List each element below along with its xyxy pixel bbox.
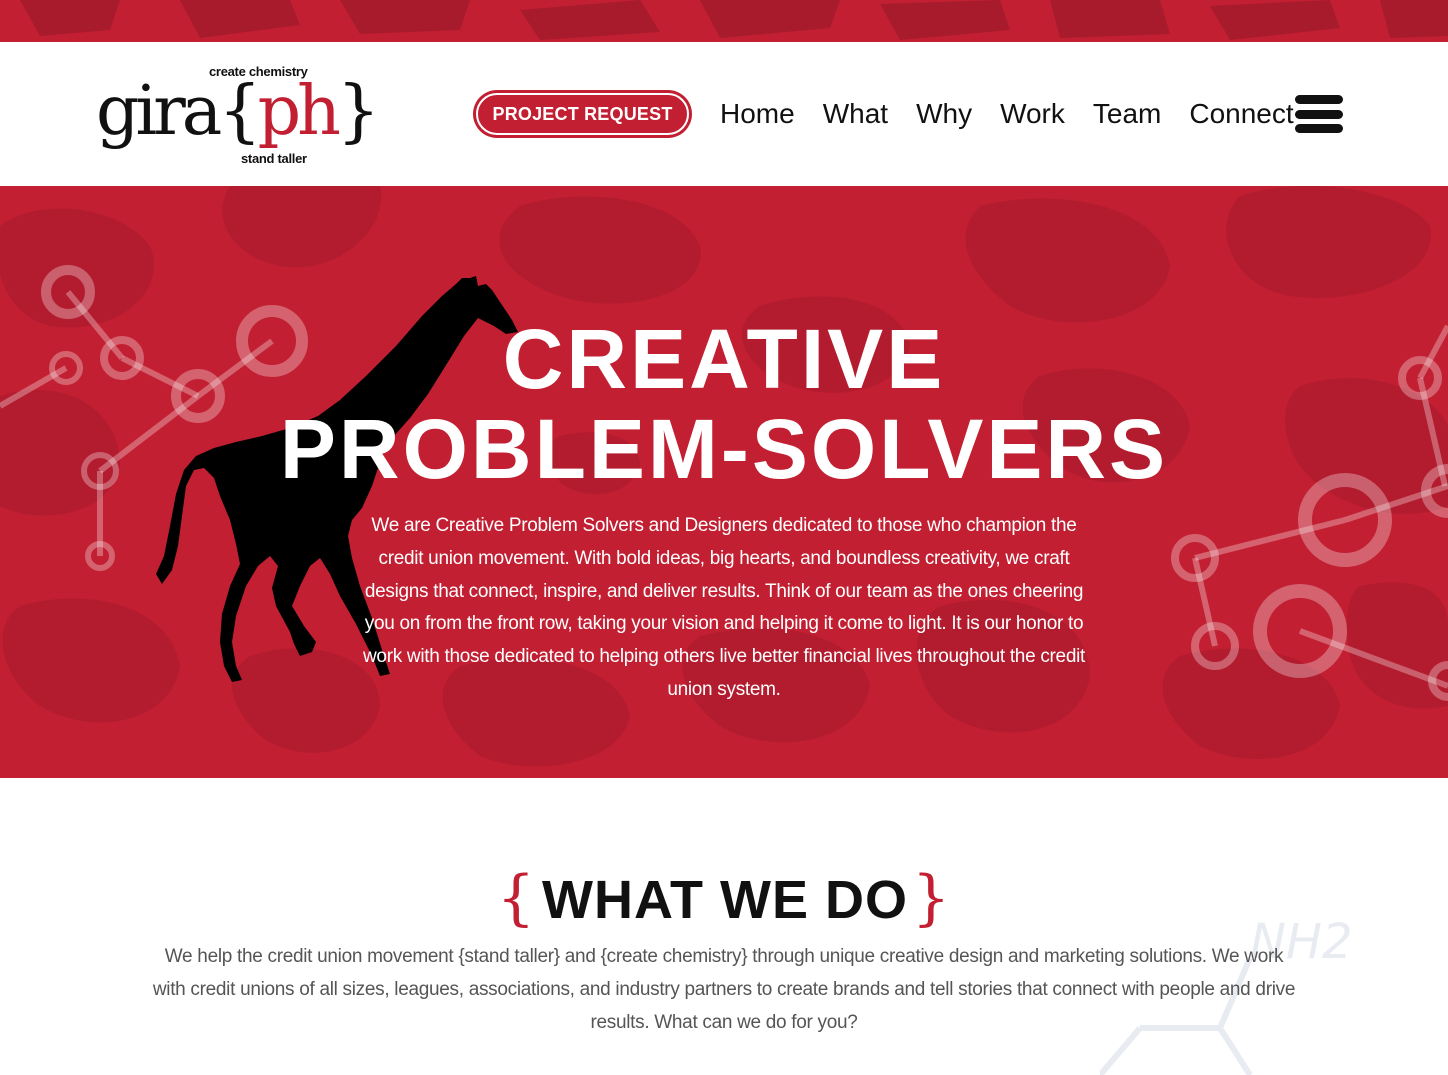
what-we-do-section: NH2 {WHAT WE DO} We help the credit unio… — [0, 778, 1448, 1075]
logo-word-prefix: gira — [96, 72, 222, 151]
logo-tagline-bottom: stand taller — [241, 151, 307, 166]
nav-team[interactable]: Team — [1093, 94, 1161, 134]
hero-title-line1: CREATIVE — [502, 312, 946, 406]
what-we-do-body: We help the credit union movement {stand… — [152, 946, 1296, 1033]
main-nav: Home What Why Work Team Connect — [720, 94, 1322, 134]
nav-what[interactable]: What — [823, 94, 888, 134]
giraph-logo[interactable]: create chemistry gira{ph} stand taller — [96, 64, 380, 168]
nav-why[interactable]: Why — [916, 94, 972, 134]
nav-work[interactable]: Work — [1000, 94, 1065, 134]
hero-title: CREATIVE PROBLEM-SOLVERS — [0, 314, 1448, 494]
project-request-label: PROJECT REQUEST — [476, 93, 689, 135]
brace-close: } — [911, 863, 952, 933]
logo-brace-close: } — [336, 72, 380, 151]
nav-connect[interactable]: Connect — [1189, 94, 1293, 134]
site-header: create chemistry gira{ph} stand taller P… — [0, 42, 1448, 186]
project-request-button[interactable]: PROJECT REQUEST — [473, 90, 692, 138]
hero-body-text: We are Creative Problem Solvers and Desi… — [363, 515, 1085, 700]
what-we-do-title-text: WHAT WE DO — [542, 870, 908, 930]
logo-wordmark: gira{ph} — [96, 72, 380, 152]
brace-open: { — [496, 863, 537, 933]
logo-brace-open: { — [218, 72, 261, 151]
top-pattern-strip — [0, 0, 1448, 42]
hero-section: CREATIVE PROBLEM-SOLVERS We are Creative… — [0, 186, 1448, 778]
giraffe-pattern-top — [20, 0, 1448, 40]
hero-title-line2: PROBLEM-SOLVERS — [279, 402, 1169, 496]
nav-home[interactable]: Home — [720, 94, 795, 134]
logo-word-red: ph — [257, 72, 341, 151]
hamburger-icon[interactable] — [1295, 95, 1343, 133]
what-we-do-title: {WHAT WE DO} — [0, 863, 1448, 935]
